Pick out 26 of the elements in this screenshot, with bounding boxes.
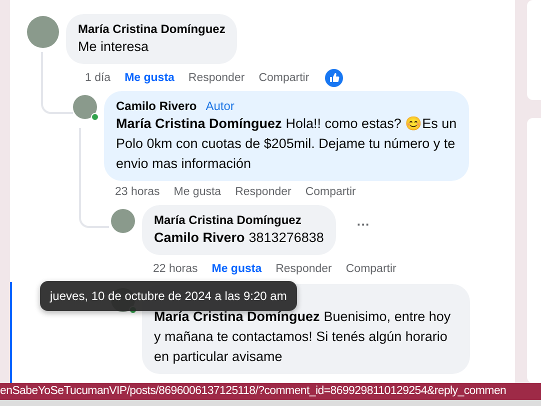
like-link[interactable]: Me gusta xyxy=(174,186,222,198)
date-tooltip: jueves, 10 de octubre de 2024 a las 9:20 am xyxy=(40,281,297,311)
comment-text: Camilo Rivero 3813276838 xyxy=(154,229,324,247)
comment-text: María Cristina Domínguez Hola!! como estas? 😊Es un Polo 0km con cuotas de $205mil. Dejame tu número y te envio mas información xyxy=(116,115,457,173)
comment-time[interactable]: 23 horas xyxy=(115,186,160,198)
author-name[interactable]: María Cristina Domínguez xyxy=(154,212,302,226)
more-options-button[interactable]: ··· xyxy=(356,217,370,232)
status-bar-url: enSabeYoSeTucumanVIP/posts/8696006137125118/?comment_id=8699298110129254&reply_commen xyxy=(0,383,541,400)
like-link[interactable]: Me gusta xyxy=(124,72,174,84)
author-name[interactable]: Camilo Rivero xyxy=(116,98,197,112)
author-name[interactable]: María Cristina Domínguez xyxy=(78,22,226,36)
share-link[interactable]: Compartir xyxy=(258,72,310,84)
share-link[interactable]: Compartir xyxy=(346,262,396,274)
avatar-photo[interactable] xyxy=(111,209,135,233)
author-role-label: Autor xyxy=(206,98,234,112)
comment-time[interactable]: 22 horas xyxy=(153,262,198,274)
reply-link[interactable]: Responder xyxy=(188,72,245,84)
avatar-photo[interactable] xyxy=(73,95,97,119)
comment-text: María Cristina Domínguez Buenisimo, entre hoy y mañana te contactamos! Si tenés algún horario en particular avisame xyxy=(154,308,452,366)
reply-link[interactable]: Responder xyxy=(235,186,292,198)
comment-text: Me interesa xyxy=(78,38,150,56)
avatar-photo[interactable] xyxy=(27,16,59,48)
reply-link[interactable]: Responder xyxy=(276,262,332,274)
comment-time[interactable]: 1 día xyxy=(85,72,111,84)
like-link[interactable]: Me gusta xyxy=(212,262,262,274)
share-link[interactable]: Compartir xyxy=(305,186,356,198)
